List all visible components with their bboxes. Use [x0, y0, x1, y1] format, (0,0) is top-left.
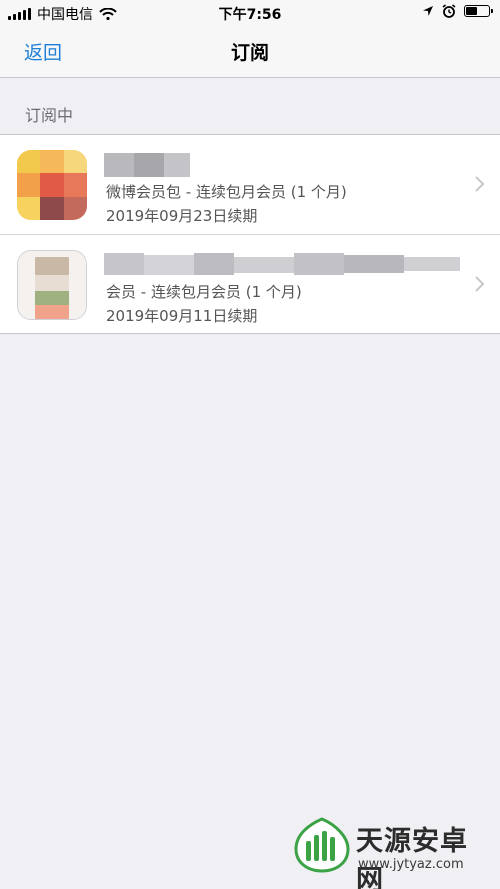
renewal-date: 2019年09月11日续期	[106, 307, 258, 325]
page-title: 订阅	[230, 42, 269, 64]
subscription-list: 微博会员包 - 连续包月会员 (1 个月) 2019年09月23日续期 会员 -…	[0, 134, 500, 334]
battery-fill	[466, 7, 477, 15]
chevron-right-icon	[475, 176, 485, 192]
blurred-title	[104, 153, 190, 177]
status-bar: 中国电信 下午7:56	[0, 0, 500, 26]
watermark-logo-icon	[294, 817, 350, 873]
status-right	[422, 4, 493, 18]
chevron-right-icon	[475, 276, 485, 292]
watermark: 天源安卓网 www.jytyaz.com	[292, 811, 492, 889]
blurred-title	[104, 253, 460, 275]
subscription-row[interactable]: 微博会员包 - 连续包月会员 (1 个月) 2019年09月23日续期	[0, 135, 500, 234]
app-icon-image	[18, 251, 86, 319]
app-icon	[17, 150, 87, 220]
subscription-row[interactable]: 会员 - 连续包月会员 (1 个月) 2019年09月11日续期	[0, 234, 500, 333]
location-icon	[423, 6, 433, 16]
watermark-name: 天源安卓网	[356, 826, 468, 889]
navigation-bar: 返回 订阅	[0, 26, 500, 78]
battery-icon	[464, 5, 493, 17]
app-icon	[17, 250, 87, 320]
section-header: 订阅中	[25, 106, 74, 125]
app-icon-image	[17, 150, 87, 220]
watermark-url: www.jytyaz.com	[358, 857, 464, 872]
subscription-plan: 会员 - 连续包月会员 (1 个月)	[106, 283, 302, 301]
alarm-icon	[442, 4, 456, 18]
screen: 中国电信 下午7:56 返回 订阅 订阅中 微博会员包 - 连续包月会员 (1 …	[0, 0, 500, 889]
renewal-date: 2019年09月23日续期	[106, 207, 258, 225]
top-bar: 中国电信 下午7:56 返回 订阅	[0, 0, 500, 78]
subscription-plan: 微博会员包 - 连续包月会员 (1 个月)	[106, 183, 347, 201]
